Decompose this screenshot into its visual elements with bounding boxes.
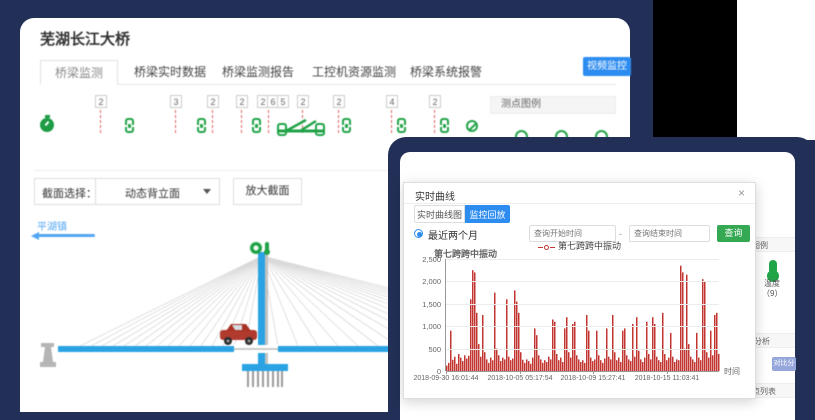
sensor-marker-line — [175, 110, 176, 133]
sensor-marker-line — [100, 110, 101, 133]
y-tick-label: 500 — [401, 345, 441, 354]
sensor-count-badge: 2 — [429, 95, 441, 108]
tab-realtime-data[interactable]: 桥梁实时数据 — [120, 60, 220, 85]
chain-sensor-icon[interactable] — [440, 118, 449, 133]
sensor-marker-line — [241, 110, 242, 133]
left-arrow-icon — [37, 234, 95, 237]
x-axis-name: 时间 — [724, 366, 740, 377]
no-sensor-icon[interactable] — [466, 120, 478, 132]
abutment — [40, 343, 56, 367]
y-tick-label: 1,500 — [401, 300, 441, 309]
tab-bridge-monitor[interactable]: 桥梁监测 — [40, 60, 118, 85]
sensor-count-badge: 4 — [386, 95, 398, 108]
sensor-count-badge: 5 — [277, 95, 289, 108]
tab-monitor-report[interactable]: 桥梁监测报告 — [208, 60, 308, 85]
x-tick-label: 2018-09-30 16:01:44 — [414, 375, 479, 382]
chain-sensor-icon[interactable] — [342, 118, 351, 133]
x-tick-label: 2018-10-05 05:17:54 — [488, 375, 553, 382]
sensor-marker-line — [212, 110, 213, 133]
sensor-marker-line — [434, 110, 435, 133]
x-tick-label: 2018-10-09 15:27:41 — [561, 375, 626, 382]
sensor-marker-line — [338, 110, 339, 133]
radio-last-two-months[interactable] — [414, 229, 423, 238]
gridline — [446, 326, 719, 327]
sensor-marker-line — [268, 110, 269, 133]
sensor-count-badge: 2 — [207, 95, 219, 108]
pier-cap — [242, 364, 288, 371]
x-tick — [593, 371, 594, 374]
chevron-down-icon[interactable] — [203, 189, 211, 194]
main-tab-bar: 桥梁监测 桥梁实时数据 桥梁监测报告 工控机资源监测 桥梁系统报警 — [40, 56, 616, 85]
clock-sensor-icon[interactable] — [40, 118, 54, 132]
gridline — [446, 349, 719, 350]
sensor-marker-line — [391, 110, 392, 133]
sensor-count-badge: 2 — [333, 95, 345, 108]
dialog-title: 实时曲线 — [415, 188, 455, 203]
realtime-curve-dialog: 实时曲线 × 实时曲线图 监控回放 最近两个月 - 查询 第七跨跨中振动 第七跨… — [403, 182, 756, 399]
y-tick-label: 2,000 — [401, 277, 441, 286]
divider — [95, 179, 96, 204]
tab-realtime-curve[interactable]: 实时曲线图 — [414, 205, 465, 223]
video-monitor-button[interactable]: 视频监控 — [583, 57, 631, 76]
sensor-count-badge: 2 — [297, 95, 309, 108]
chain-sensor-icon[interactable] — [197, 118, 206, 133]
tab-system-alarm[interactable]: 桥梁系统报警 — [396, 60, 496, 85]
enlarge-section-button[interactable]: 放大截面 — [233, 178, 302, 205]
close-icon[interactable]: × — [738, 186, 745, 200]
legend-marker-icon — [538, 242, 555, 252]
sensor-count-badge: 2 — [236, 95, 248, 108]
gridline — [446, 304, 719, 305]
background-black-region — [653, 0, 737, 140]
x-tick-label: 2018-10-15 11:03:41 — [635, 375, 699, 382]
section-select-value[interactable]: 动态背立面 — [105, 185, 200, 201]
page-title: 芜湖长江大桥 — [40, 28, 130, 49]
section-select-group: 截面选择： 动态背立面 — [34, 178, 220, 205]
chain-sensor-icon[interactable] — [397, 118, 406, 133]
chain-sensor-icon[interactable] — [125, 118, 134, 133]
truss-sensor-icon[interactable] — [276, 116, 326, 136]
y-tick-label: 2,500 — [401, 255, 441, 264]
x-tick — [667, 371, 668, 374]
tab-monitor-playback[interactable]: 监控回放 — [465, 205, 510, 223]
background-white-region — [737, 0, 815, 140]
dialog-header: 实时曲线 × — [404, 183, 755, 204]
tab-ipc-resource[interactable]: 工控机资源监测 — [298, 60, 410, 85]
range-separator: - — [619, 229, 622, 239]
vibration-chart: 2,5002,0001,5001,00050002018-09-30 16:01… — [445, 259, 719, 371]
sensor-count-badge: 3 — [170, 95, 182, 108]
gridline — [446, 281, 719, 282]
x-tick — [520, 371, 521, 374]
chain-sensor-icon[interactable] — [252, 118, 261, 133]
legend-panel-header: 测点图例 — [490, 96, 616, 114]
thermometer-icon[interactable] — [769, 260, 777, 274]
sensor-count: （9） — [762, 288, 782, 299]
compare-analysis-button[interactable]: 对比分析 — [772, 357, 796, 371]
y-tick-label: 1,000 — [401, 322, 441, 331]
gridline — [446, 371, 719, 372]
gridline — [446, 259, 719, 260]
car — [220, 324, 257, 345]
pier-column — [248, 371, 282, 387]
x-tick — [446, 371, 447, 374]
sensor-count-badge: 2 — [95, 95, 107, 108]
bridge-end-label: 平湖镇 — [37, 218, 67, 233]
section-select-label: 截面选择： — [42, 185, 97, 201]
chart-series — [446, 259, 720, 371]
